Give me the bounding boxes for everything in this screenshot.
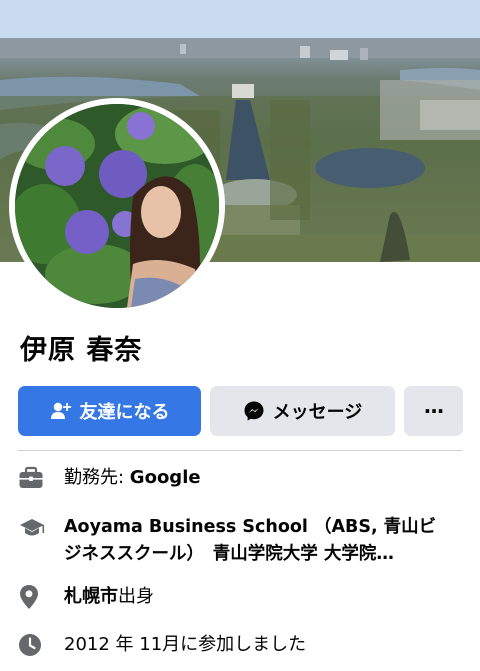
add-friend-label: 友達になる (79, 402, 170, 423)
hometown-suffix: 出身 (118, 586, 154, 607)
add-person-icon (50, 401, 72, 421)
profile-avatar[interactable] (9, 98, 225, 314)
education-line-2: ジネススクール） 青山学院大学 大学院… (64, 544, 394, 564)
work-prefix: 勤務先: (64, 467, 130, 488)
info-hometown[interactable]: 札幌市出身 (18, 584, 154, 610)
more-options-button[interactable]: ··· (404, 386, 463, 436)
education-line-1: Aoyama Business School （ABS, 青山ビ (64, 517, 437, 537)
joined-text: 2012 年 11月に参加しました (64, 634, 307, 655)
info-joined: 2012 年 11月に参加しました (18, 632, 306, 658)
add-friend-button[interactable]: 友達になる (18, 386, 201, 436)
work-text: 勤務先: Google (64, 465, 201, 490)
info-work[interactable]: 勤務先: Google (18, 465, 201, 491)
hometown-text: 札幌市出身 (64, 584, 154, 609)
section-divider (18, 450, 462, 451)
work-employer[interactable]: Google (130, 467, 201, 488)
message-button[interactable]: メッセージ (210, 386, 395, 436)
hometown-city[interactable]: 札幌市 (64, 586, 118, 607)
education-text[interactable]: Aoyama Business School （ABS, 青山ビ ジネススクール… (64, 514, 444, 568)
info-education[interactable]: Aoyama Business School （ABS, 青山ビ ジネススクール… (18, 514, 444, 568)
messenger-icon (243, 400, 265, 422)
message-label: メッセージ (272, 402, 363, 423)
graduation-cap-icon (18, 515, 54, 541)
location-pin-icon (18, 584, 54, 610)
clock-icon (18, 632, 54, 658)
briefcase-icon (18, 465, 54, 491)
avatar-photo (15, 104, 219, 308)
profile-name: 伊原 春奈 (20, 335, 143, 366)
more-dots-icon: ··· (423, 399, 445, 423)
